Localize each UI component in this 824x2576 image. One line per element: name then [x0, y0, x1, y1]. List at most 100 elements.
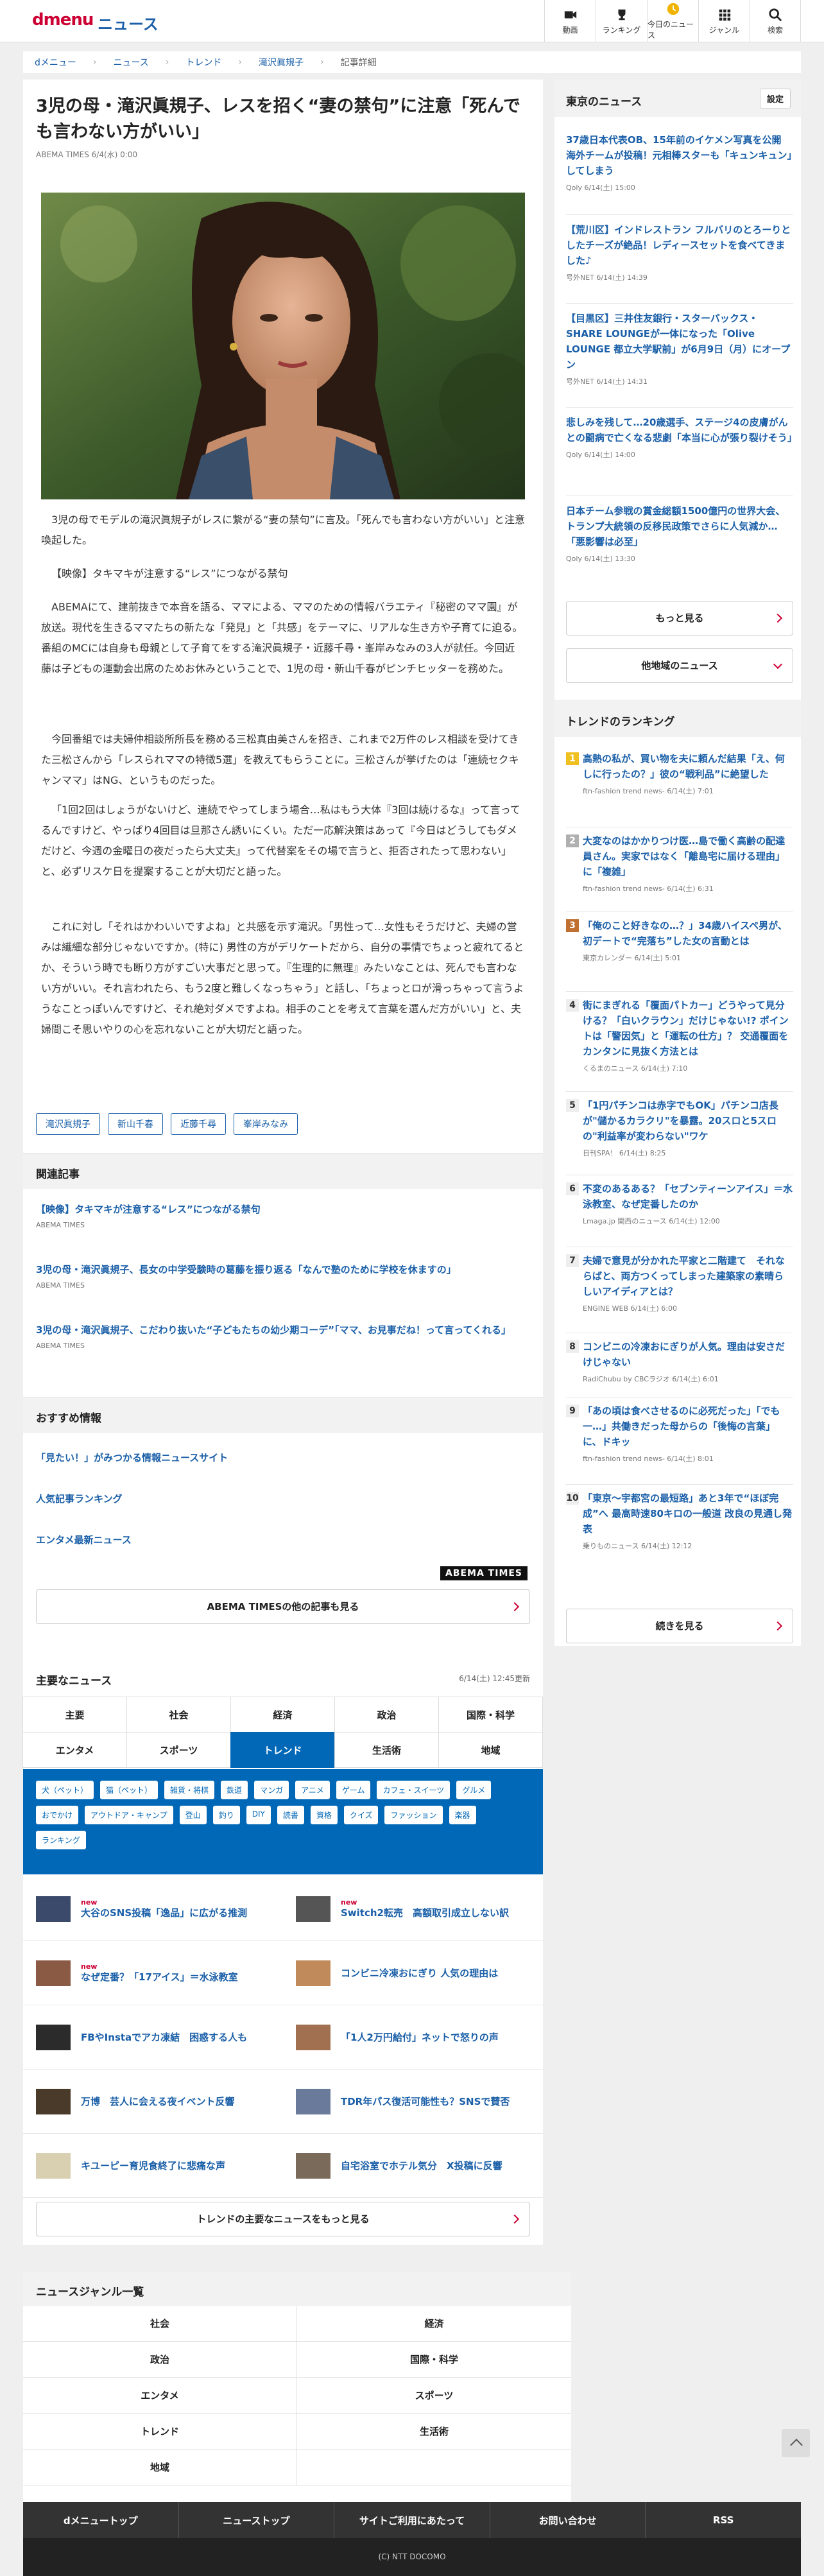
genre-link[interactable]: 国際・科学	[297, 2342, 571, 2378]
keyword-chip[interactable]: おでかけ	[36, 1806, 79, 1824]
local-more-button[interactable]: もっと見る	[566, 601, 793, 635]
keyword-chip[interactable]: クイズ	[343, 1806, 379, 1824]
keyword-chip[interactable]: 犬（ペット）	[36, 1781, 94, 1799]
keyword-chip[interactable]: マンガ	[254, 1781, 289, 1799]
footer-link[interactable]: サイトご利用にあたって	[334, 2502, 490, 2538]
local-news-item[interactable]: 悲しみを残して…20歳選手、ステージ4の皮膚がんとの闘病で亡くなる悲劇「本当に心…	[566, 415, 797, 460]
local-news-item[interactable]: 日本チーム参戦の賞金総額1500億円の世界大会、トランプ大統領の反移民政策でさら…	[566, 503, 793, 564]
ranking-item[interactable]: 3 「俺のこと好きなの…？」34歳ハイスペ男が、初デートで“完落ち”した女の言動と…	[566, 918, 793, 963]
other-region-button[interactable]: 他地域のニュース	[566, 648, 793, 683]
tab-region[interactable]: 地域	[438, 1732, 543, 1768]
keyword-chip[interactable]: 資格	[310, 1806, 338, 1824]
keyword-chip[interactable]: 鉄道	[221, 1781, 248, 1799]
trend-news-item[interactable]: キユーピー育児食終了に悲痛な声	[23, 2134, 283, 2198]
tag-link[interactable]: 峯岸みなみ	[234, 1113, 298, 1135]
trend-news-item[interactable]: new 大谷のSNS投稿「逸品」に広がる推測	[23, 1877, 283, 1941]
tab-economy[interactable]: 経済	[230, 1697, 335, 1733]
genre-link[interactable]: 政治	[23, 2342, 297, 2378]
dmenu-logo[interactable]: dmenu	[32, 10, 94, 30]
tab-society[interactable]: 社会	[126, 1697, 231, 1733]
tab-politics[interactable]: 政治	[334, 1697, 439, 1733]
local-news-item[interactable]: 37歳日本代表OB、15年前のイケメン写真を公開 海外チームが投稿！元相棒スター…	[566, 132, 793, 193]
recommend-link[interactable]: 人気記事ランキング	[36, 1492, 123, 1505]
keyword-chip[interactable]: アウトドア・キャンプ	[85, 1806, 173, 1824]
trend-news-item[interactable]: new なぜ定番？「17アイス」＝水泳教室	[23, 1941, 283, 2005]
ranking-item[interactable]: 10 「東京～宇都宮の最短路」あと3年で“ほぼ完成”へ 最高時速80キロの一般道 …	[566, 1491, 793, 1551]
tab-trend[interactable]: トレンド	[230, 1732, 335, 1768]
trend-news-item[interactable]: TDR年パス復活可能性も？SNSで賛否	[283, 2070, 543, 2134]
keyword-chip[interactable]: 雑貨・将棋	[164, 1781, 215, 1799]
keyword-chip[interactable]: 釣り	[212, 1806, 240, 1824]
tag-link[interactable]: 滝沢眞規子	[36, 1113, 100, 1135]
nav-ranking[interactable]: ランキング	[596, 0, 647, 42]
keyword-chip[interactable]: ファッション	[384, 1806, 443, 1824]
keyword-chip[interactable]: ランキング	[36, 1831, 86, 1849]
keyword-chip[interactable]: 登山	[179, 1806, 207, 1824]
ranking-item[interactable]: 4 街にまぎれる「覆面パトカー」どうやって見分ける？「白いクラウン」だけじゃない!…	[566, 998, 793, 1073]
related-item[interactable]: 【映像】タキマキが注意する“レス”につながる禁句 ABEMA TIMES	[36, 1202, 530, 1229]
ranking-item[interactable]: 6 不変のあるある？「セブンティーンアイス」＝水泳教室、なぜ定番したのか Lmaga…	[566, 1181, 793, 1226]
breadcrumb-person[interactable]: 滝沢眞規子	[259, 56, 304, 69]
abema-more-button[interactable]: ABEMA TIMESの他の記事も見る	[36, 1589, 530, 1624]
genre-link[interactable]: トレンド	[23, 2414, 297, 2450]
ranking-item[interactable]: 8 コンビニの冷凍おにぎりが人気。理由は安さだけじゃない RadiChubu by …	[566, 1339, 793, 1384]
ranking-item[interactable]: 1 高熱の私が、買い物を夫に頼んだ結果「え、何しに行ったの？」彼の“戦利品”に絶望…	[566, 751, 793, 796]
settings-button[interactable]: 設定	[759, 89, 791, 108]
genre-link[interactable]: 経済	[297, 2306, 571, 2342]
tag-link[interactable]: 近藤千尋	[171, 1113, 226, 1135]
tab-lifestyle[interactable]: 生活術	[334, 1732, 439, 1768]
genre-link[interactable]: 生活術	[297, 2414, 571, 2450]
ranking-item[interactable]: 9 「あの頃は食べさせるのに必死だった」「でも一…」共働きだった母からの「後悔の言…	[566, 1403, 793, 1464]
nav-search[interactable]: 検索	[750, 0, 801, 42]
nav-video[interactable]: 動画	[544, 0, 596, 42]
trend-news-item[interactable]: 「1人2万円給付」ネットで怒りの声	[283, 2005, 543, 2070]
tab-main[interactable]: 主要	[22, 1697, 127, 1733]
ranking-item[interactable]: 7 夫婦で意見が分かれた平家と二階建て それならばと、両方つくってしまった建築家の…	[566, 1253, 793, 1313]
trend-news-item[interactable]: 自宅浴室でホテル気分 X投稿に反響	[283, 2134, 543, 2198]
ranking-item[interactable]: 5 「1円パチンコは赤字でもOK」パチンコ店長が"儲かるカラクリ"を暴露。20スロ…	[566, 1098, 793, 1158]
trend-news-item[interactable]: FBやInstaでアカ凍結 困惑する人も	[23, 2005, 283, 2070]
tab-international[interactable]: 国際・科学	[438, 1697, 543, 1733]
scroll-to-top-button[interactable]	[782, 2429, 810, 2457]
tab-sports[interactable]: スポーツ	[126, 1732, 231, 1768]
breadcrumb-dmenu[interactable]: dメニュー	[35, 56, 76, 69]
keyword-chip[interactable]: 読書	[277, 1806, 304, 1824]
footer-link[interactable]: dメニュートップ	[23, 2502, 179, 2538]
footer-link[interactable]: RSS	[646, 2502, 801, 2538]
local-news-item[interactable]: 【目黒区】三井住友銀行・スターバックス・SHARE LOUNGEが一体になった「…	[566, 311, 793, 386]
trend-news-item[interactable]: new Switch2転売 高額取引成立しない訳	[283, 1877, 543, 1941]
genre-link[interactable]: 地域	[23, 2450, 297, 2485]
related-item[interactable]: 3児の母・滝沢眞規子、長女の中学受験時の葛藤を振り返る「なんで塾のために学校を休…	[36, 1262, 530, 1290]
trend-news-item[interactable]: コンビニ冷凍おにぎり 人気の理由は	[283, 1941, 543, 2005]
article-video-link[interactable]: 【映像】タキマキが注意する“レス”につながる禁句	[41, 564, 525, 584]
trend-news-item[interactable]: 万博 芸人に会える夜イベント反響	[23, 2070, 283, 2134]
breadcrumb-trend[interactable]: トレンド	[185, 56, 221, 69]
local-news-item[interactable]: 【荒川区】インドレストラン フルバリのとろーりとしたチーズが絶品！レディースセッ…	[566, 222, 793, 282]
keyword-chip[interactable]: 楽器	[449, 1806, 476, 1824]
footer-link[interactable]: ニューストップ	[179, 2502, 335, 2538]
tag-link[interactable]: 新山千春	[108, 1113, 163, 1135]
ranking-more-button[interactable]: 続きを見る	[566, 1609, 793, 1643]
tab-entertainment[interactable]: エンタメ	[22, 1732, 127, 1768]
keyword-chip[interactable]: グルメ	[456, 1781, 492, 1799]
ranking-item[interactable]: 2 大変なのはかかりつけ医…島で働く高齢の配達員さん。実家ではなく「離島宅に届ける…	[566, 833, 793, 894]
ranking-text: 「東京～宇都宮の最短路」あと3年で“ほぼ完成”へ 最高時速80キロの一般道 改良…	[583, 1491, 793, 1551]
keyword-chip[interactable]: アニメ	[295, 1781, 330, 1799]
other-region-label: 他地域のニュース	[641, 660, 718, 671]
breadcrumb-news[interactable]: ニュース	[114, 56, 149, 69]
genre-link[interactable]: エンタメ	[23, 2378, 297, 2414]
recommend-link[interactable]: エンタメ最新ニュース	[36, 1533, 132, 1546]
trend-more-button[interactable]: トレンドの主要なニュースをもっと見る	[36, 2202, 530, 2236]
nav-today[interactable]: 今日のニュース	[647, 0, 698, 42]
nav-genre[interactable]: ジャンル	[698, 0, 750, 42]
keyword-chip[interactable]: カフェ・スイーツ	[377, 1781, 451, 1799]
news-section-title[interactable]: ニュース	[98, 12, 159, 34]
keyword-chip[interactable]: ゲーム	[336, 1781, 371, 1799]
related-item[interactable]: 3児の母・滝沢眞規子、こだわり抜いた“子どもたちの幼少期コーデ”「ママ、お見事だ…	[36, 1322, 530, 1350]
keyword-chip[interactable]: DIY	[246, 1806, 271, 1824]
recommend-link[interactable]: 「見たい！」がみつかる情報ニュースサイト	[36, 1451, 228, 1464]
keyword-chip[interactable]: 猫（ペット）	[100, 1781, 159, 1799]
footer-link[interactable]: お問い合わせ	[490, 2502, 646, 2538]
genre-link[interactable]: 社会	[23, 2306, 297, 2342]
genre-link[interactable]: スポーツ	[297, 2378, 571, 2414]
